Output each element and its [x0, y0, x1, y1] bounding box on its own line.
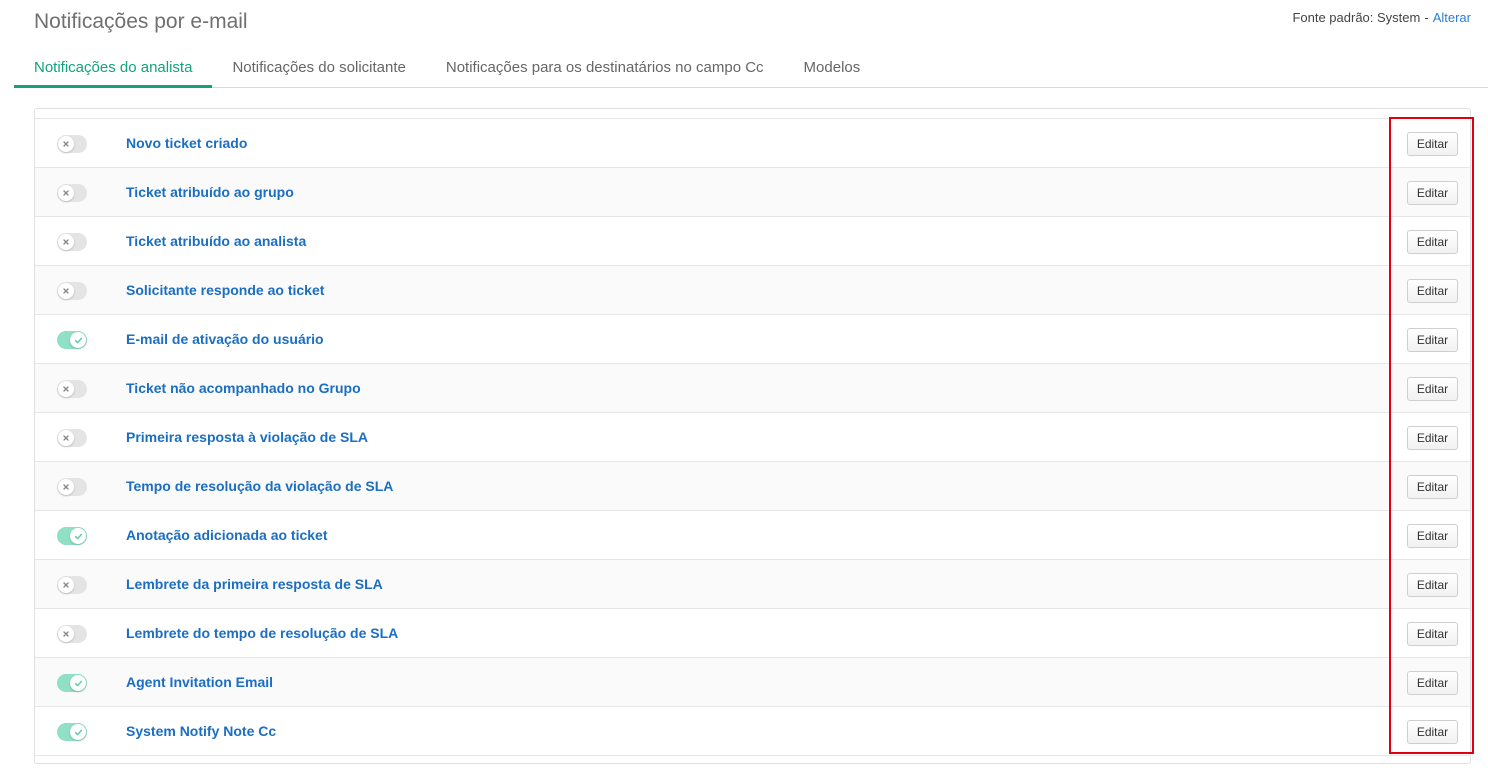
notification-toggle[interactable]: [57, 625, 87, 643]
edit-button[interactable]: Editar: [1407, 475, 1458, 499]
close-icon: [58, 577, 74, 593]
notification-toggle[interactable]: [57, 282, 87, 300]
notification-label[interactable]: Solicitante responde ao ticket: [126, 266, 324, 315]
edit-button[interactable]: Editar: [1407, 622, 1458, 646]
notification-row: System Notify Note Cc Editar: [35, 707, 1470, 756]
close-icon: [58, 381, 74, 397]
notification-label[interactable]: Primeira resposta à violação de SLA: [126, 413, 368, 462]
tabs-bar: Notificações do analista Notificações do…: [14, 50, 1488, 88]
notification-row: Primeira resposta à violação de SLA Edita…: [35, 413, 1470, 462]
notification-row: Lembrete do tempo de resolução de SLA Edi…: [35, 609, 1470, 658]
edit-button[interactable]: Editar: [1407, 279, 1458, 303]
notification-label[interactable]: Ticket atribuído ao analista: [126, 217, 306, 266]
notification-toggle[interactable]: [57, 380, 87, 398]
notification-row: E-mail de ativação do usuário Editar: [35, 315, 1470, 364]
notification-label[interactable]: Ticket não acompanhado no Grupo: [126, 364, 361, 413]
default-font-label: Fonte padrão: System: [1292, 10, 1421, 25]
tab-requester-notifications[interactable]: Notificações do solicitante: [212, 50, 425, 87]
notification-row: Ticket atribuído ao grupo Editar: [35, 168, 1470, 217]
edit-button[interactable]: Editar: [1407, 720, 1458, 744]
separator: -: [1424, 10, 1429, 25]
tab-templates[interactable]: Modelos: [784, 50, 881, 87]
close-icon: [58, 283, 74, 299]
notification-label[interactable]: Anotação adicionada ao ticket: [126, 511, 328, 560]
notification-label[interactable]: E-mail de ativação do usuário: [126, 315, 324, 364]
notification-toggle[interactable]: [57, 429, 87, 447]
edit-button[interactable]: Editar: [1407, 377, 1458, 401]
edit-button[interactable]: Editar: [1407, 181, 1458, 205]
notifications-panel: Novo ticket criado Editar Ticket atribuído…: [34, 108, 1471, 764]
notification-label[interactable]: Ticket atribuído ao grupo: [126, 168, 294, 217]
notification-row: Anotação adicionada ao ticket Editar: [35, 511, 1470, 560]
edit-button[interactable]: Editar: [1407, 426, 1458, 450]
notification-label[interactable]: Agent Invitation Email: [126, 658, 273, 707]
edit-button[interactable]: Editar: [1407, 230, 1458, 254]
edit-button[interactable]: Editar: [1407, 524, 1458, 548]
notification-toggle[interactable]: [57, 233, 87, 251]
notification-row: Novo ticket criado Editar: [35, 119, 1470, 168]
notification-toggle[interactable]: [57, 576, 87, 594]
notification-row: Lembrete da primeira resposta de SLA Edit…: [35, 560, 1470, 609]
notification-row: Tempo de resolução da violação de SLA Edi…: [35, 462, 1470, 511]
close-icon: [58, 626, 74, 642]
check-icon: [70, 528, 86, 544]
close-icon: [58, 136, 74, 152]
notification-label[interactable]: Novo ticket criado: [126, 119, 247, 168]
notification-toggle[interactable]: [57, 331, 87, 349]
check-icon: [70, 724, 86, 740]
notification-label[interactable]: Tempo de resolução da violação de SLA: [126, 462, 393, 511]
notification-row: Agent Invitation Email Editar: [35, 658, 1470, 707]
tab-agent-notifications[interactable]: Notificações do analista: [14, 50, 213, 88]
default-font-info: Fonte padrão: System - Alterar: [1292, 10, 1471, 25]
notification-label[interactable]: System Notify Note Cc: [126, 707, 276, 756]
change-font-link[interactable]: Alterar: [1433, 10, 1471, 25]
check-icon: [70, 332, 86, 348]
notification-toggle[interactable]: [57, 184, 87, 202]
notifications-list: Novo ticket criado Editar Ticket atribuído…: [35, 118, 1470, 756]
edit-button[interactable]: Editar: [1407, 573, 1458, 597]
notification-toggle[interactable]: [57, 135, 87, 153]
notification-label[interactable]: Lembrete da primeira resposta de SLA: [126, 560, 383, 609]
notification-toggle[interactable]: [57, 478, 87, 496]
notification-toggle[interactable]: [57, 527, 87, 545]
close-icon: [58, 430, 74, 446]
edit-button[interactable]: Editar: [1407, 132, 1458, 156]
close-icon: [58, 234, 74, 250]
tab-cc-notifications[interactable]: Notificações para os destinatários no ca…: [426, 50, 784, 87]
notification-row: Solicitante responde ao ticket Editar: [35, 266, 1470, 315]
notification-label[interactable]: Lembrete do tempo de resolução de SLA: [126, 609, 398, 658]
close-icon: [58, 185, 74, 201]
page-title: Notificações por e-mail: [34, 10, 248, 33]
edit-button[interactable]: Editar: [1407, 671, 1458, 695]
check-icon: [70, 675, 86, 691]
close-icon: [58, 479, 74, 495]
notification-toggle[interactable]: [57, 674, 87, 692]
notification-row: Ticket não acompanhado no Grupo Editar: [35, 364, 1470, 413]
edit-button[interactable]: Editar: [1407, 328, 1458, 352]
notification-toggle[interactable]: [57, 723, 87, 741]
notification-row: Ticket atribuído ao analista Editar: [35, 217, 1470, 266]
